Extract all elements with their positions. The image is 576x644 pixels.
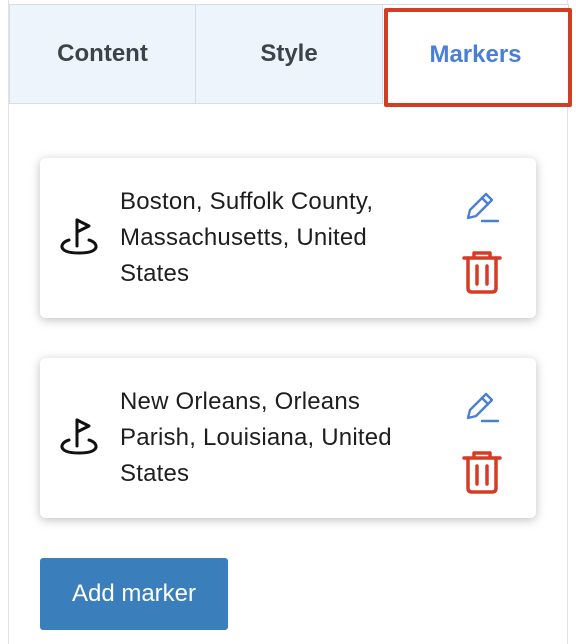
edit-icon[interactable] <box>462 388 502 428</box>
marker-label: Boston, Suffolk County, Massachusetts, U… <box>120 188 374 287</box>
trash-icon[interactable] <box>460 248 504 296</box>
marker-card: New Orleans, Orleans Parish, Louisiana, … <box>40 358 536 518</box>
tab-bar: Content Style Markers <box>9 4 569 104</box>
add-marker-button[interactable]: Add marker <box>40 558 228 630</box>
edit-icon[interactable] <box>462 188 502 228</box>
marker-label: New Orleans, Orleans Parish, Louisiana, … <box>120 388 392 487</box>
tab-markers[interactable]: Markers <box>383 4 569 104</box>
marker-card: Boston, Suffolk County, Massachusetts, U… <box>40 158 536 318</box>
tab-content[interactable]: Content <box>9 4 196 104</box>
map-pin-icon <box>60 218 98 255</box>
map-pin-icon <box>60 418 98 455</box>
sidebar-panel: Content Style Markers <box>8 0 569 644</box>
trash-icon[interactable] <box>460 448 504 496</box>
tab-style[interactable]: Style <box>196 4 383 104</box>
